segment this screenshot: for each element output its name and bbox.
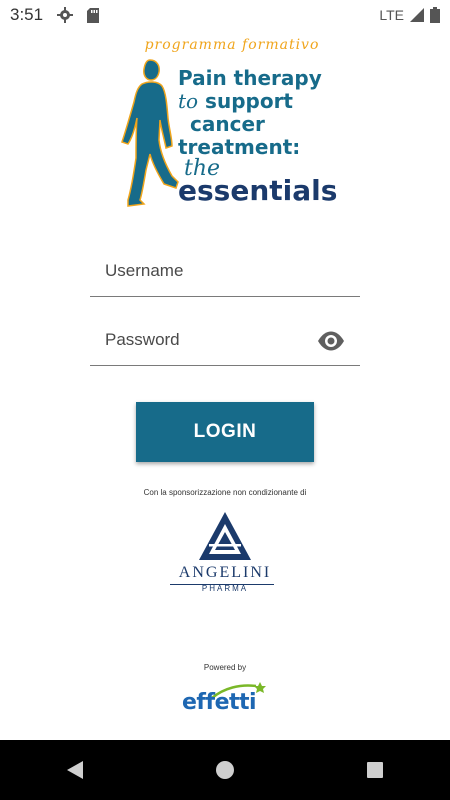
- login-button[interactable]: LOGIN: [136, 402, 314, 462]
- title-essentials: essentials: [178, 174, 338, 207]
- username-input[interactable]: [105, 261, 305, 281]
- angelini-pharma-logo: ANGELINI PHARMA: [170, 512, 280, 594]
- show-password-eye-icon[interactable]: [316, 326, 346, 356]
- status-time: 3:51: [10, 5, 44, 24]
- status-bar: 3:51 LTE: [0, 0, 450, 30]
- back-icon[interactable]: [55, 750, 95, 790]
- person-walking-icon: [121, 59, 179, 207]
- battery-icon: [430, 7, 440, 23]
- angelini-wordmark: ANGELINI: [178, 564, 272, 581]
- logo-subtitle: programma formativo: [144, 37, 320, 53]
- signal-icon: [410, 8, 424, 22]
- title-line-2: to support: [178, 90, 368, 113]
- system-nav-bar: [0, 740, 450, 800]
- sponsor-text: Con la sponsorizzazione non condizionant…: [143, 488, 307, 497]
- effetti-logo: effetti: [180, 680, 275, 720]
- password-field[interactable]: [90, 318, 360, 366]
- title-support: support: [205, 89, 293, 113]
- angelini-pharma-label: PHARMA: [201, 584, 249, 593]
- sd-card-icon: [87, 7, 100, 23]
- app-logo: programma formativo Pain therapy to supp…: [112, 33, 352, 213]
- logo-title: Pain therapy to support cancer treatment…: [178, 67, 368, 205]
- username-field[interactable]: [90, 249, 360, 297]
- settings-icon: [57, 7, 74, 23]
- powered-by-text: Powered by: [203, 663, 247, 672]
- title-line-3: cancer: [190, 112, 265, 136]
- home-icon[interactable]: [205, 750, 245, 790]
- effetti-wordmark: effetti: [182, 690, 257, 715]
- title-script-to: to: [178, 89, 199, 113]
- password-input[interactable]: [105, 330, 305, 350]
- status-bar-right: LTE: [379, 7, 440, 23]
- network-type: LTE: [379, 7, 404, 23]
- title-line-1: Pain therapy: [178, 66, 322, 90]
- angelini-triangle-icon: [199, 512, 251, 560]
- status-bar-left: 3:51: [10, 5, 100, 25]
- recents-icon[interactable]: [355, 750, 395, 790]
